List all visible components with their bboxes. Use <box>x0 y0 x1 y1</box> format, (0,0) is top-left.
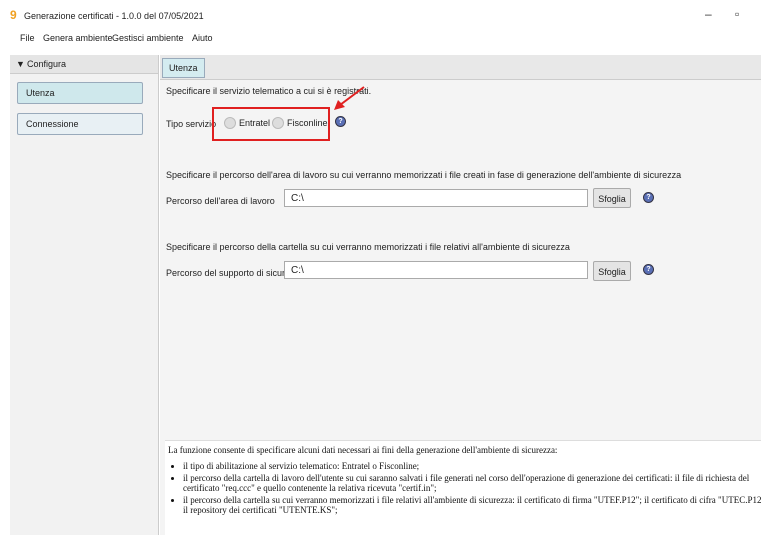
help-circle-icon[interactable]: ? <box>335 116 346 127</box>
sidebar: ▼ Configura Utenza Connessione <box>10 55 159 535</box>
minimize-button[interactable]: – <box>705 7 712 21</box>
sidebar-item-connessione[interactable]: Connessione <box>17 113 143 135</box>
workspace-path-label: Percorso dell'area di lavoro <box>166 196 275 206</box>
description-intro: La funzione consente di specificare alcu… <box>168 445 558 455</box>
menu-genera-ambiente[interactable]: Genera ambiente <box>43 33 113 43</box>
menu-bar: File Genera ambiente Gestisci ambiente A… <box>0 30 761 48</box>
list-item: il tipo di abilitazione al servizio tele… <box>183 461 761 472</box>
security-path-label: Percorso del supporto di sicur... <box>166 268 293 278</box>
help-circle-icon[interactable]: ? <box>643 264 654 275</box>
security-instruction: Specificare il percorso della cartella s… <box>166 242 570 252</box>
description-panel: La funzione consente di specificare alcu… <box>165 440 761 536</box>
workspace-browse-button[interactable]: Sfoglia <box>593 188 631 208</box>
security-browse-button[interactable]: Sfoglia <box>593 261 631 281</box>
arrow-annotation <box>334 86 365 110</box>
main-panel: Utenza Specificare il servizio telematic… <box>160 55 761 536</box>
sidebar-header[interactable]: ▼ Configura <box>10 55 158 74</box>
menu-gestisci-ambiente[interactable]: Gestisci ambiente <box>112 33 184 43</box>
menu-file[interactable]: File <box>20 33 35 43</box>
list-item: il percorso della cartella su cui verran… <box>183 495 761 516</box>
list-item: il percorso della cartella di lavoro del… <box>183 473 761 494</box>
sidebar-header-label: Configura <box>27 59 67 69</box>
sidebar-item-label: Connessione <box>26 119 79 129</box>
radio-entratel[interactable] <box>224 117 236 129</box>
menu-aiuto[interactable]: Aiuto <box>192 33 213 43</box>
triangle-down-icon: ▼ <box>16 59 25 69</box>
radio-entratel-label[interactable]: Entratel <box>239 118 270 128</box>
radio-fisconline[interactable] <box>272 117 284 129</box>
title-bar: 9 Generazione certificati - 1.0.0 del 07… <box>0 0 761 30</box>
security-path-input[interactable]: C:\ <box>284 261 588 279</box>
sidebar-item-utenza[interactable]: Utenza <box>17 82 143 104</box>
workspace-instruction: Specificare il percorso dell'area di lav… <box>166 170 682 180</box>
description-list: il tipo di abilitazione al servizio tele… <box>165 461 761 517</box>
window-title: Generazione certificati - 1.0.0 del 07/0… <box>24 11 204 21</box>
tab-utenza[interactable]: Utenza <box>162 58 205 78</box>
sidebar-item-label: Utenza <box>26 88 55 98</box>
radio-fisconline-label[interactable]: Fisconline <box>287 118 328 128</box>
help-circle-icon[interactable]: ? <box>643 192 654 203</box>
workspace-path-input[interactable]: C:\ <box>284 189 588 207</box>
service-type-label: Tipo servizio <box>166 119 217 129</box>
tab-bar: Utenza <box>160 55 761 80</box>
maximize-button[interactable]: ▫ <box>735 7 739 21</box>
app-icon: 9 <box>10 8 17 22</box>
